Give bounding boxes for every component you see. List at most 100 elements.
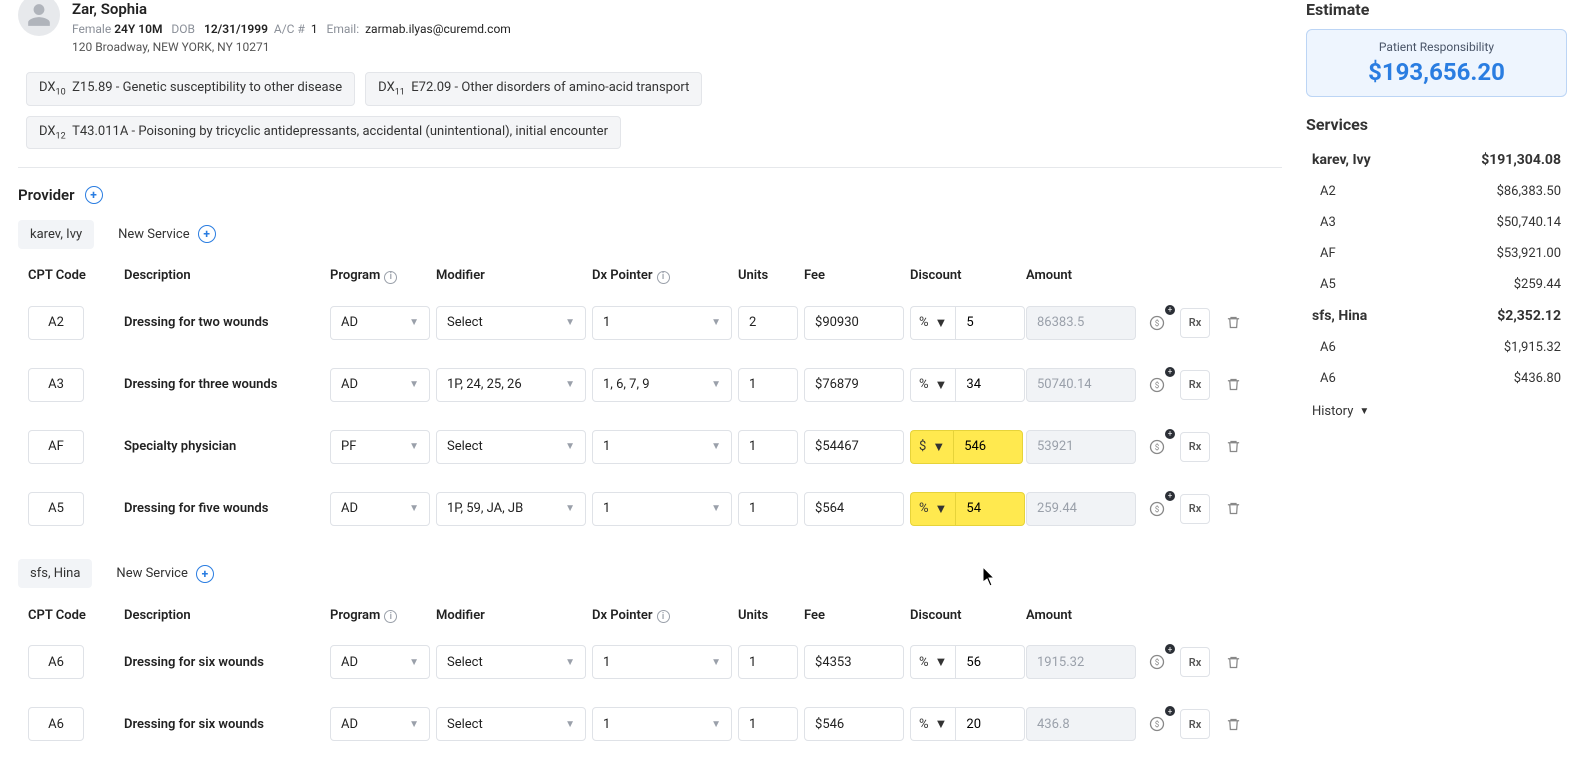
provider-tab[interactable]: karev, Ivy: [18, 220, 94, 249]
modifier-select[interactable]: Select▼: [436, 645, 586, 679]
diagnosis-chip[interactable]: DX10 Z15.89 - Genetic susceptibility to …: [26, 72, 355, 106]
program-select[interactable]: AD▼: [330, 306, 430, 340]
units-input[interactable]: [738, 430, 798, 464]
patient-name: Zar, Sophia: [72, 0, 511, 18]
fee-input[interactable]: $: [804, 492, 904, 526]
rx-button[interactable]: Rx: [1180, 647, 1210, 677]
discount-type-select[interactable]: %▼: [910, 707, 955, 741]
dx-pointer-select[interactable]: 1▼: [592, 430, 732, 464]
discount-type-select[interactable]: %▼: [910, 492, 955, 526]
diagnosis-chip[interactable]: DX11 E72.09 - Other disorders of amino-a…: [365, 72, 702, 106]
discount-type-select[interactable]: %▼: [910, 368, 955, 402]
fee-input[interactable]: $: [804, 430, 904, 464]
info-icon[interactable]: i: [657, 610, 670, 623]
provider-tab[interactable]: sfs, Hina: [18, 559, 92, 588]
service-line-item: A3$50,740.14: [1306, 207, 1567, 238]
info-icon[interactable]: i: [384, 271, 397, 284]
rx-button[interactable]: Rx: [1180, 494, 1210, 524]
info-icon[interactable]: i: [384, 610, 397, 623]
cost-icon-button[interactable]: $+: [1142, 647, 1172, 677]
cost-icon-button[interactable]: $+: [1142, 494, 1172, 524]
svg-text:$: $: [1155, 658, 1160, 667]
discount-type-select[interactable]: %▼: [910, 645, 955, 679]
delete-button[interactable]: [1218, 709, 1248, 739]
cpt-pill[interactable]: A5: [28, 492, 84, 526]
discount-type-select[interactable]: $▼: [910, 430, 953, 464]
dx-pointer-select[interactable]: 1▼: [592, 306, 732, 340]
discount-value-input[interactable]: [955, 707, 1025, 741]
chevron-down-icon: ▼: [935, 654, 948, 670]
service-group: sfs, Hina$2,352.12: [1306, 300, 1567, 332]
units-input[interactable]: [738, 492, 798, 526]
cpt-pill[interactable]: A2: [28, 306, 84, 340]
units-input[interactable]: [738, 306, 798, 340]
cpt-pill[interactable]: A3: [28, 368, 84, 402]
cost-icon-button[interactable]: $+: [1142, 432, 1172, 462]
service-description: Dressing for three wounds: [124, 377, 324, 392]
chevron-down-icon: ▼: [409, 719, 419, 730]
fee-input[interactable]: $: [804, 645, 904, 679]
dx-pointer-select[interactable]: 1, 6, 7, 9▼: [592, 368, 732, 402]
modifier-select[interactable]: Select▼: [436, 707, 586, 741]
units-input[interactable]: [738, 368, 798, 402]
rx-button[interactable]: Rx: [1180, 432, 1210, 462]
discount-value-input[interactable]: [955, 492, 1025, 526]
chevron-down-icon: ▼: [711, 719, 721, 730]
units-input[interactable]: [738, 707, 798, 741]
cost-icon-button[interactable]: $+: [1142, 709, 1172, 739]
chevron-down-icon: ▼: [409, 379, 419, 390]
delete-button[interactable]: [1218, 494, 1248, 524]
delete-button[interactable]: [1218, 308, 1248, 338]
svg-text:$: $: [1155, 505, 1160, 514]
rx-button[interactable]: Rx: [1180, 308, 1210, 338]
discount-type-select[interactable]: %▼: [910, 306, 955, 340]
program-select[interactable]: AD▼: [330, 368, 430, 402]
cpt-pill[interactable]: A6: [28, 645, 84, 679]
chevron-down-icon: ▼: [565, 317, 575, 328]
dx-pointer-select[interactable]: 1▼: [592, 492, 732, 526]
program-select[interactable]: AD▼: [330, 492, 430, 526]
delete-button[interactable]: [1218, 432, 1248, 462]
discount-value-input[interactable]: [955, 306, 1025, 340]
amount-readonly: 86383.5: [1026, 306, 1136, 340]
cpt-pill[interactable]: A6: [28, 707, 84, 741]
discount-value-input[interactable]: [955, 368, 1025, 402]
modifier-select[interactable]: 1P, 59, JA, JB▼: [436, 492, 586, 526]
chevron-down-icon: ▼: [565, 657, 575, 668]
cost-icon-button[interactable]: $+: [1142, 308, 1172, 338]
delete-button[interactable]: [1218, 370, 1248, 400]
rx-button[interactable]: Rx: [1180, 709, 1210, 739]
estimate-title: Estimate: [1306, 0, 1567, 19]
chevron-down-icon: ▼: [565, 503, 575, 514]
fee-input[interactable]: $: [804, 306, 904, 340]
program-select[interactable]: AD▼: [330, 645, 430, 679]
cost-icon-button[interactable]: $+: [1142, 370, 1172, 400]
dx-pointer-select[interactable]: 1▼: [592, 707, 732, 741]
delete-button[interactable]: [1218, 647, 1248, 677]
modifier-select[interactable]: Select▼: [436, 430, 586, 464]
units-input[interactable]: [738, 645, 798, 679]
discount-value-input[interactable]: [953, 430, 1023, 464]
modifier-select[interactable]: 1P, 24, 25, 26▼: [436, 368, 586, 402]
rx-button[interactable]: Rx: [1180, 370, 1210, 400]
new-service-button[interactable]: New Service+: [106, 218, 227, 250]
new-service-button[interactable]: New Service+: [104, 558, 225, 590]
chevron-down-icon: ▼: [935, 315, 948, 331]
table-header: CPT CodeDescriptionProgramiModifierDx Po…: [18, 260, 1282, 292]
chevron-down-icon: ▼: [565, 441, 575, 452]
service-line-item: A5$259.44: [1306, 269, 1567, 300]
program-select[interactable]: AD▼: [330, 707, 430, 741]
dx-pointer-select[interactable]: 1▼: [592, 645, 732, 679]
history-toggle[interactable]: History ▼: [1306, 394, 1567, 429]
program-select[interactable]: PF▼: [330, 430, 430, 464]
svg-text:$: $: [1155, 319, 1160, 328]
cpt-pill[interactable]: AF: [28, 430, 84, 464]
fee-input[interactable]: $: [804, 368, 904, 402]
fee-input[interactable]: $: [804, 707, 904, 741]
chevron-down-icon: ▼: [409, 503, 419, 514]
discount-value-input[interactable]: [955, 645, 1025, 679]
diagnosis-chip[interactable]: DX12 T43.011A - Poisoning by tricyclic a…: [26, 116, 621, 150]
modifier-select[interactable]: Select▼: [436, 306, 586, 340]
info-icon[interactable]: i: [657, 271, 670, 284]
add-provider-button[interactable]: +: [85, 186, 103, 204]
